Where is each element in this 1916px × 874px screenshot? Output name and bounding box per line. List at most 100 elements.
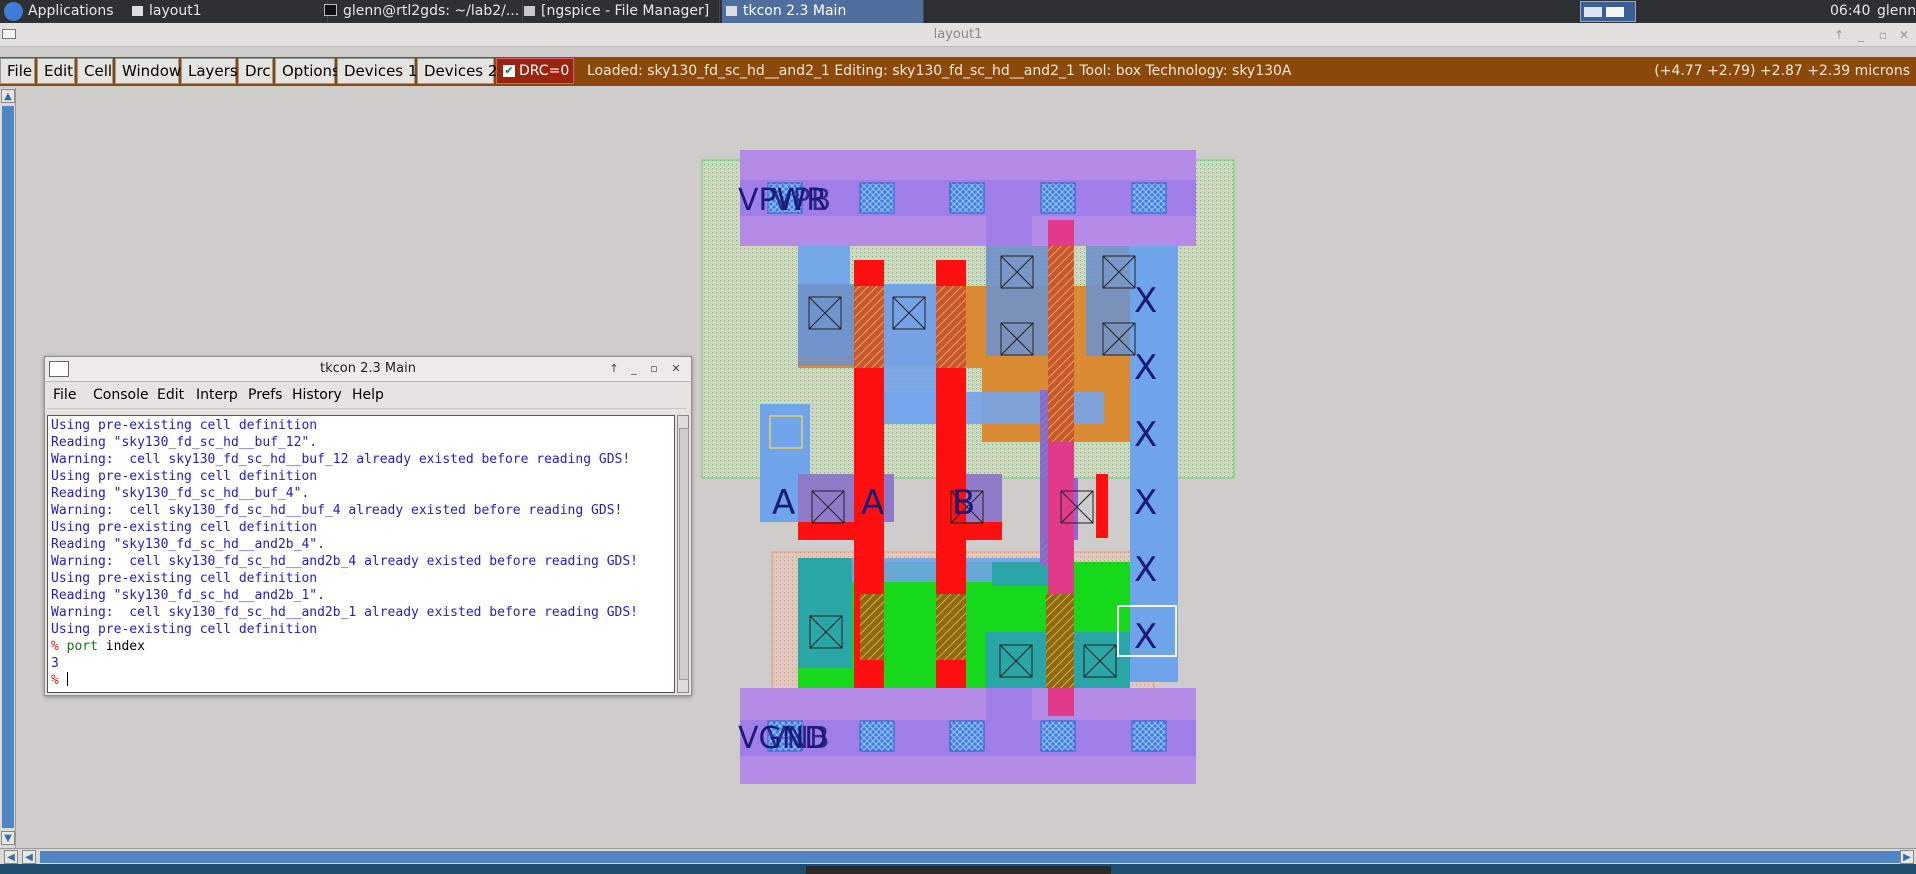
output-x-label-4: X — [1134, 483, 1157, 523]
console-line: Warning: cell sky130_fd_sc_hd__buf_12 al… — [51, 452, 631, 467]
xfce-logo-icon — [4, 2, 23, 21]
vnb-label: VNB — [766, 721, 830, 756]
workspace-2[interactable] — [1606, 7, 1624, 17]
vertical-scroll-thumb[interactable] — [2, 106, 14, 828]
desktop-bottom-strip — [0, 864, 1916, 874]
console-line: Warning: cell sky130_fd_sc_hd__and2b_1 a… — [51, 605, 638, 620]
via-vpwr-5 — [1131, 182, 1167, 214]
menu-file[interactable]: File — [0, 58, 35, 84]
scroll-right-arrow-icon[interactable]: ▶ — [1900, 850, 1914, 864]
console-log: Using pre-existing cell definition Readin… — [51, 417, 671, 638]
via-vpwr-3 — [949, 182, 985, 214]
minimize-icon[interactable]: _ — [627, 362, 641, 376]
console-line: Reading "sky130_fd_sc_hd__buf_4". — [51, 486, 310, 501]
task-layout1[interactable]: layout1 — [124, 0, 328, 23]
menu-layers[interactable]: Layers — [181, 58, 238, 84]
scroll-up-arrow-icon[interactable]: ▲ — [1, 89, 15, 103]
input-a-label-2: A — [861, 483, 884, 523]
nmos-b-channel — [936, 594, 966, 660]
console-line: Reading "sky130_fd_sc_hd__and2b_1". — [51, 588, 325, 603]
vertical-scrollbar[interactable]: ▲ ▼ — [0, 88, 16, 848]
shade-icon[interactable]: ↑ — [607, 362, 621, 376]
maximize-icon[interactable]: ▫ — [1876, 28, 1890, 42]
bottom-panel-block — [806, 866, 1111, 874]
clock[interactable]: 06:40 — [1830, 0, 1870, 23]
tkcon-menu-help[interactable]: Help — [352, 383, 384, 408]
menu-window[interactable]: Window — [115, 58, 181, 84]
console-line: Warning: cell sky130_fd_sc_hd__buf_4 alr… — [51, 503, 623, 518]
workspace-switcher[interactable] — [1580, 1, 1636, 22]
via-vpwr-2 — [859, 182, 895, 214]
user-menu[interactable]: glenn — [1877, 0, 1916, 23]
task-tkcon[interactable]: tkcon 2.3 Main — [722, 0, 924, 23]
vgnd-drop — [986, 688, 1032, 754]
horizontal-scroll-thumb[interactable] — [40, 851, 1900, 863]
console-input-line[interactable]: % — [51, 672, 671, 689]
text-cursor — [66, 672, 68, 686]
tkcon-menu-interp[interactable]: Interp — [196, 383, 238, 408]
menu-options[interactable]: Options — [275, 58, 340, 84]
input-a-label: A — [772, 483, 795, 523]
tkcon-titlebar[interactable]: tkcon 2.3 Main ↑ _ ▫ ✕ — [45, 357, 691, 382]
tkcon-menu-edit[interactable]: Edit — [157, 383, 184, 408]
window-menu-icon[interactable] — [2, 29, 16, 39]
window-titlebar: layout1 ↑ _ ▫ ✕ — [0, 23, 1916, 47]
checkmark-icon: ✔ — [503, 64, 515, 77]
tkcon-scrollbar[interactable] — [677, 415, 689, 693]
tkcon-menu-history[interactable]: History — [292, 383, 342, 408]
terminal-icon — [324, 4, 337, 16]
poly-b-stub — [936, 522, 1002, 540]
poly-out-stub — [1096, 474, 1108, 538]
menu-drc[interactable]: Drc — [238, 58, 273, 84]
tkcon-menu-prefs[interactable]: Prefs — [248, 383, 282, 408]
drc-toggle[interactable]: ✔ DRC=0 — [496, 58, 575, 84]
workspace-1[interactable] — [1584, 7, 1602, 17]
console-line: Using pre-existing cell definition — [51, 520, 318, 535]
output-x-label-1: X — [1134, 281, 1157, 321]
scroll-down-arrow-icon[interactable]: ▼ — [1, 831, 15, 845]
task-terminal[interactable]: glenn@rtl2gds: ~/lab2/... — [322, 0, 523, 23]
console-line: Reading "sky130_fd_sc_hd__and2b_4". — [51, 537, 325, 552]
minimize-icon[interactable]: _ — [1854, 28, 1868, 42]
maximize-icon[interactable]: ▫ — [647, 362, 661, 376]
magic-menubar: File Edit Cell Window Layers Drc Options… — [0, 57, 1916, 86]
tkcon-menu-console[interactable]: Console — [93, 383, 149, 408]
nmos-out-channel — [1046, 594, 1074, 688]
nmos-contact-left — [798, 558, 852, 668]
shade-icon[interactable]: ↑ — [1832, 28, 1846, 42]
console-line: Using pre-existing cell definition — [51, 469, 318, 484]
nmos-contact-right — [1070, 632, 1130, 688]
tkcon-scroll-thumb[interactable] — [679, 428, 689, 680]
via-vgnd-4 — [1040, 720, 1076, 752]
window-icon — [726, 6, 737, 16]
menu-devices-2[interactable]: Devices 2 — [417, 58, 497, 84]
input-b-label: B — [952, 483, 975, 523]
status-text: Loaded: sky130_fd_sc_hd__and2_1 Editing:… — [587, 63, 1292, 79]
scroll-left-arrow-icon-2[interactable]: ◀ — [22, 850, 36, 864]
close-icon[interactable]: ✕ — [1897, 28, 1911, 42]
drc-count-label: DRC=0 — [519, 63, 570, 79]
menu-edit[interactable]: Edit — [37, 58, 75, 84]
command-keyword: port — [66, 639, 98, 654]
tkcon-window[interactable]: tkcon 2.3 Main ↑ _ ▫ ✕ File Console Edit… — [44, 356, 692, 696]
nmos-a-channel — [860, 594, 884, 660]
task-file-manager[interactable]: [ngspice - File Manager] — [522, 0, 720, 23]
window-menu-icon[interactable] — [49, 361, 69, 377]
menu-devices-1[interactable]: Devices 1 — [337, 58, 417, 84]
via-vgnd-3 — [949, 720, 985, 752]
applications-label: Applications — [28, 3, 114, 19]
tkcon-menubar: File Console Edit Interp Prefs History H… — [47, 383, 687, 409]
via-vgnd-2 — [859, 720, 895, 752]
console-line: Using pre-existing cell definition — [51, 622, 318, 637]
scroll-left-arrow-icon[interactable]: ◀ — [4, 850, 18, 864]
li-pmos-contact-block — [986, 246, 1056, 356]
tkcon-console-output[interactable]: Using pre-existing cell definition Readin… — [47, 415, 675, 693]
vpb-label: VPB — [772, 183, 831, 218]
window-title: layout1 — [933, 27, 983, 42]
via-vpwr-4 — [1040, 182, 1076, 214]
close-icon[interactable]: ✕ — [669, 362, 683, 376]
console-prompt: % — [51, 673, 59, 688]
tkcon-menu-file[interactable]: File — [53, 383, 76, 408]
horizontal-scrollbar[interactable]: ◀ ◀ ▶ — [0, 848, 1916, 864]
menu-cell[interactable]: Cell — [77, 58, 113, 84]
